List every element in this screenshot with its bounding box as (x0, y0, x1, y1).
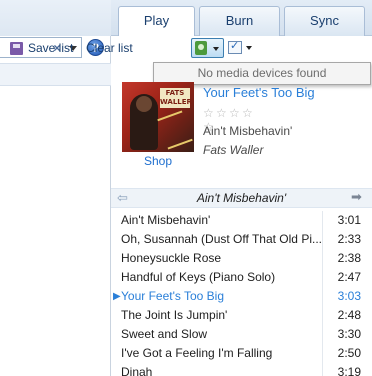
track-title: Sweet and Slow (121, 327, 208, 341)
now-playing-album: Ain't Misbehavin' (203, 124, 293, 138)
album-art-text: FATS WALLER (160, 88, 192, 108)
tab-play[interactable]: Play (118, 6, 195, 37)
save-list-button[interactable]: Save list (28, 41, 73, 55)
tab-sync[interactable]: Sync (284, 6, 365, 36)
chevron-down-icon (213, 47, 219, 51)
track-duration: 2:48 (337, 308, 361, 322)
left-header-band (0, 0, 111, 36)
track-title: Your Feet's Too Big (121, 289, 225, 303)
list-options-button[interactable] (227, 39, 257, 57)
star-icon[interactable]: ☆ (216, 107, 228, 119)
track-duration: 2:38 (337, 251, 361, 265)
track-title: Honeysuckle Rose (121, 251, 222, 265)
device-options-button[interactable] (191, 38, 224, 58)
track-title: The Joint Is Jumpin' (121, 308, 228, 322)
shop-link[interactable]: Shop (144, 154, 172, 168)
track-duration: 2:47 (337, 270, 361, 284)
album-art-face (136, 96, 152, 112)
forward-arrow-icon[interactable]: ➡ (351, 190, 362, 205)
track-duration: 3:03 (337, 289, 361, 303)
playlist-title: Ain't Misbehavin' (196, 191, 287, 205)
checklist-icon (228, 39, 242, 54)
track-row[interactable]: Sweet and Slow 3:30 (111, 325, 372, 344)
rating-stars[interactable]: ☆ ☆ ☆ ☆☆ (203, 106, 267, 133)
star-icon[interactable]: ☆ (242, 107, 254, 119)
now-playing-artist: Fats Waller (203, 143, 264, 157)
track-row[interactable]: ▶ Your Feet's Too Big 3:03 (111, 287, 372, 306)
track-title: Ain't Misbehavin' (121, 213, 211, 227)
track-title: Dinah (121, 365, 153, 376)
chevron-down-icon (246, 46, 252, 50)
track-duration: 2:50 (337, 346, 361, 360)
track-duration: 3:01 (337, 213, 361, 227)
star-icon[interactable]: ☆ (229, 107, 241, 119)
track-row[interactable]: Oh, Susannah (Dust Off That Old Pi... 2:3… (111, 230, 372, 249)
track-row[interactable]: Ain't Misbehavin' 3:01 (111, 211, 372, 230)
album-art-scribble (157, 110, 193, 150)
track-duration: 3:19 (337, 365, 361, 376)
track-row[interactable]: I've Got a Feeling I'm Falling 2:50 (111, 344, 372, 363)
tab-burn[interactable]: Burn (199, 6, 280, 36)
left-column-header (0, 63, 111, 86)
track-title: Oh, Susannah (Dust Off That Old Pi... (121, 232, 321, 246)
track-duration: 2:33 (337, 232, 361, 246)
track-list: Ain't Misbehavin' 3:01 Oh, Susannah (Dust … (111, 211, 372, 376)
save-list-icon[interactable] (10, 42, 23, 55)
clear-list-button[interactable]: Clear list (86, 41, 133, 55)
track-row[interactable]: The Joint Is Jumpin' 2:48 (111, 306, 372, 325)
track-row[interactable]: Handful of Keys (Piano Solo) 2:47 (111, 268, 372, 287)
now-playing-title[interactable]: Your Feet's Too Big (203, 85, 315, 100)
tab-strip: Play Burn Sync (111, 0, 372, 37)
track-duration: 3:30 (337, 327, 361, 341)
device-icon (195, 41, 207, 55)
star-icon[interactable]: ☆ (203, 107, 215, 119)
now-playing-icon: ▶ (113, 291, 121, 302)
album-art[interactable]: FATS WALLER (122, 82, 194, 152)
track-title: Handful of Keys (Piano Solo) (121, 270, 276, 284)
track-row[interactable]: Dinah 3:19 (111, 363, 372, 376)
track-title: I've Got a Feeling I'm Falling (121, 346, 273, 360)
track-row[interactable]: Honeysuckle Rose 2:38 (111, 249, 372, 268)
